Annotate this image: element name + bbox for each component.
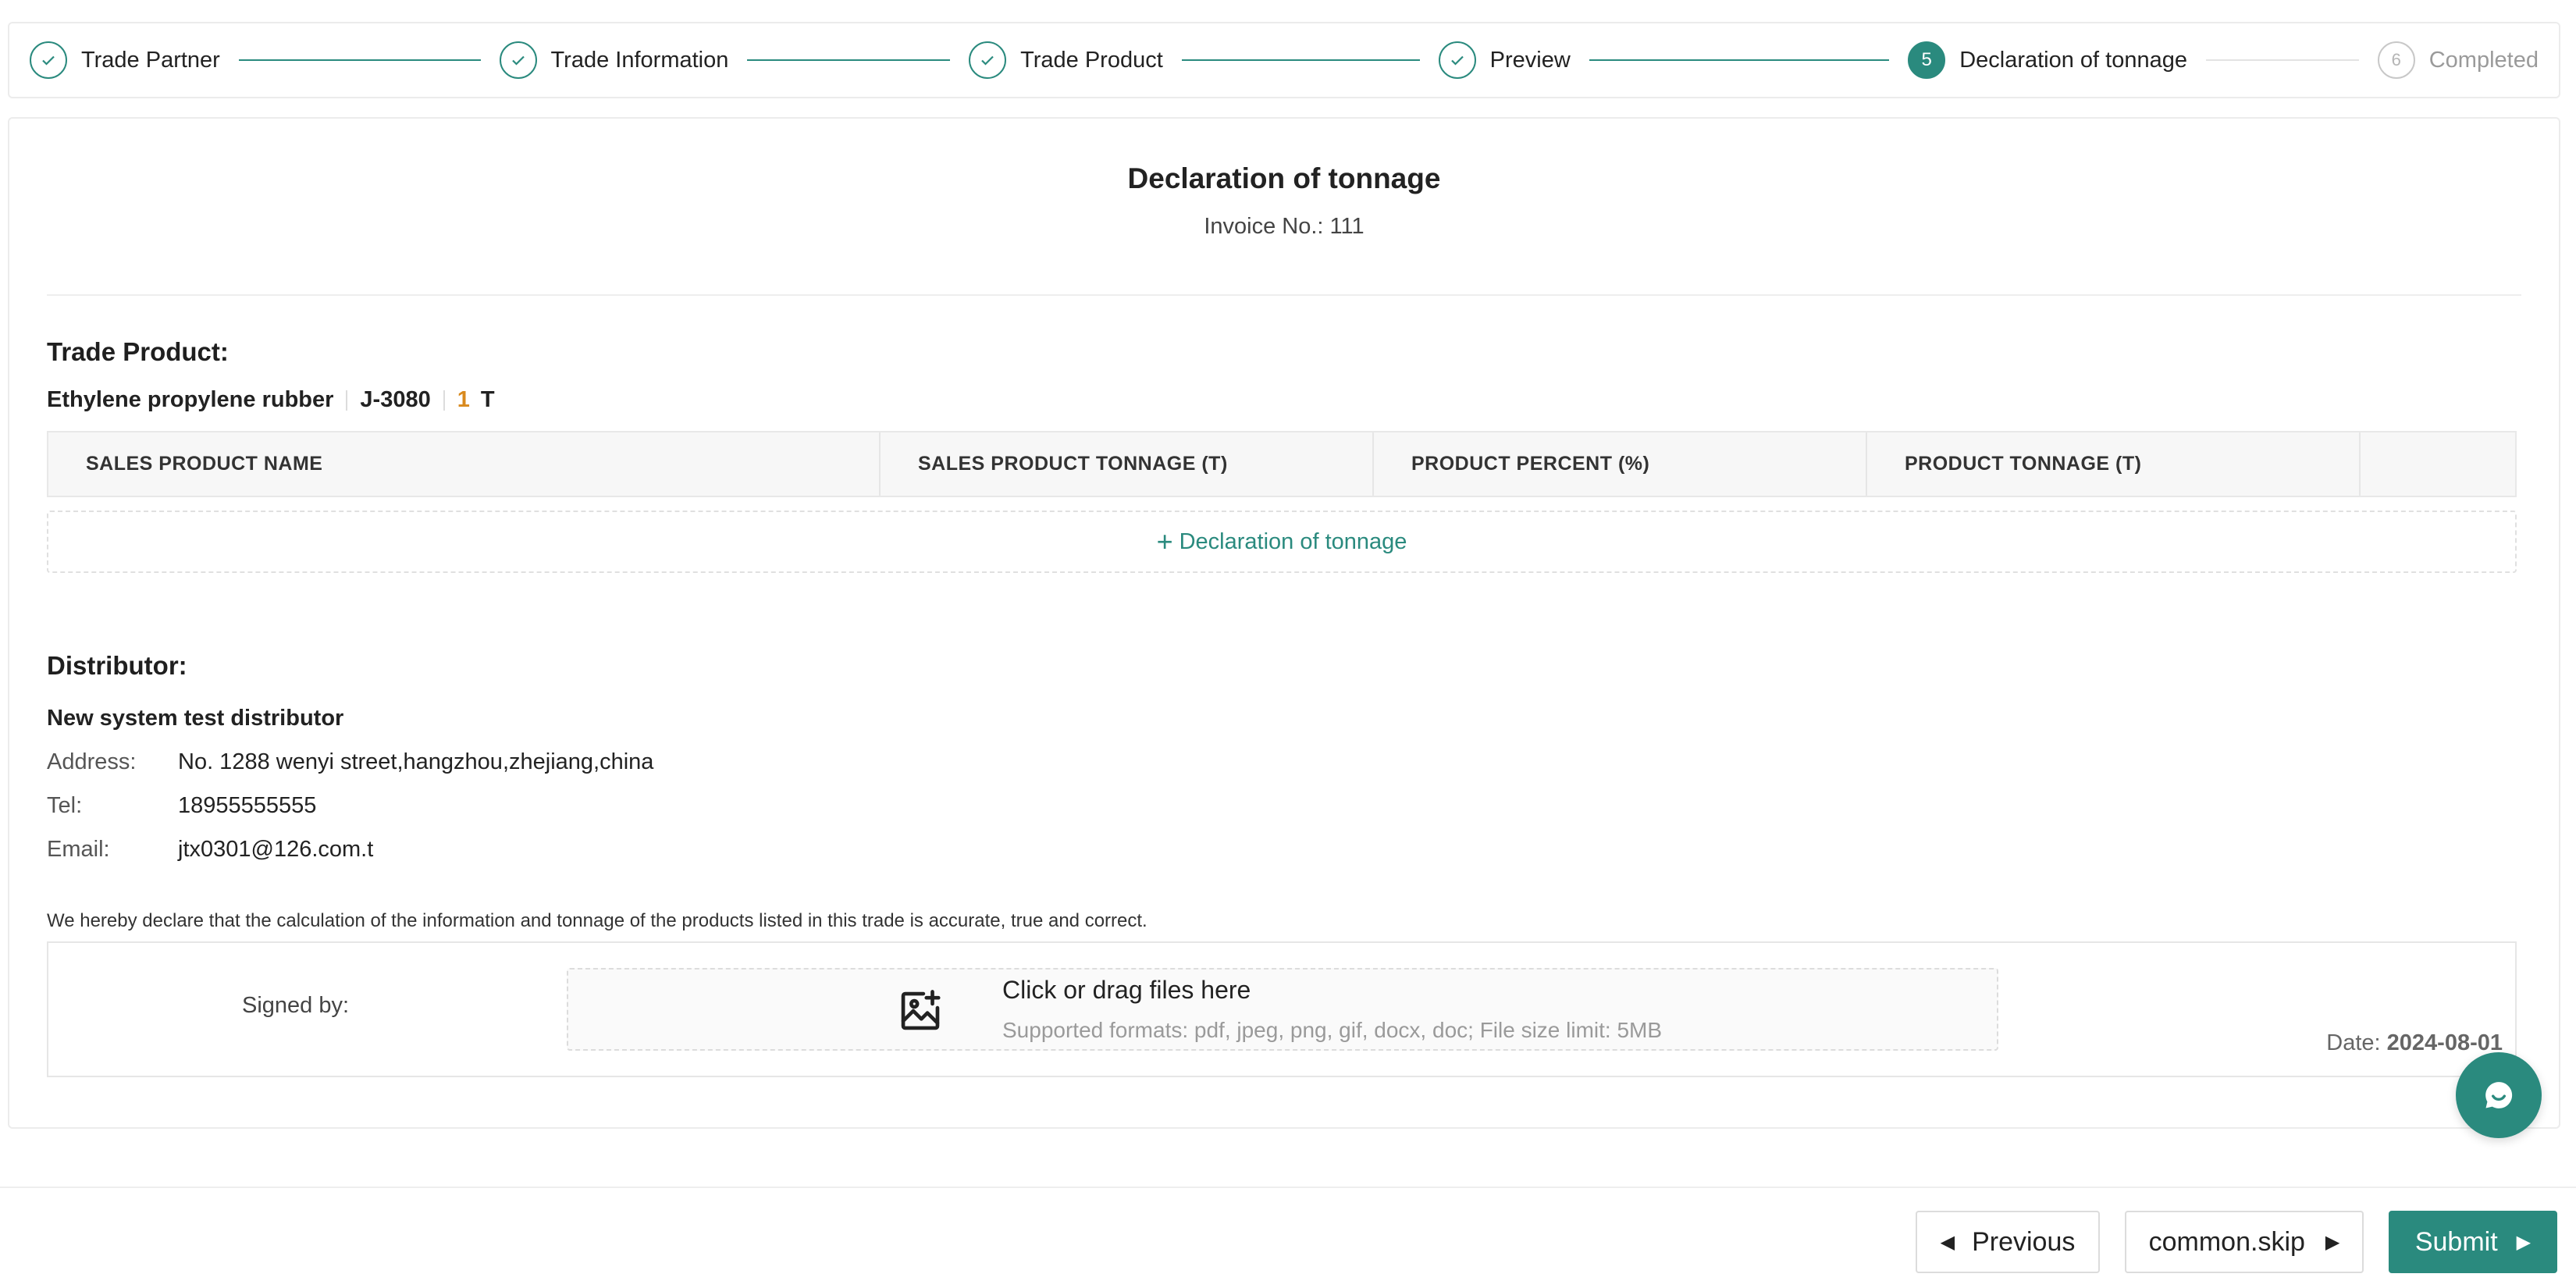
distributor-name: New system test distributor <box>47 706 344 731</box>
distributor-tel: Tel: 18955555555 <box>47 793 316 819</box>
declaration-statement: We hereby declare that the calculation o… <box>47 910 1147 931</box>
skip-label: common.skip <box>2148 1226 2305 1257</box>
product-name: Ethylene propylene rubber <box>47 387 334 412</box>
declaration-card: Declaration of tonnage Invoice No.: 111 … <box>8 117 2560 1129</box>
product-summary: Ethylene propylene rubber J-3080 1 T <box>47 387 495 413</box>
previous-button[interactable]: ◀ Previous <box>1916 1211 2100 1273</box>
step-label: Trade Product <box>1020 47 1163 73</box>
skip-button[interactable]: common.skip ▶ <box>2125 1211 2364 1273</box>
check-icon <box>499 41 537 79</box>
image-upload-icon <box>901 990 941 1030</box>
submit-label: Submit <box>2414 1226 2498 1257</box>
step-number-badge: 6 <box>2377 41 2415 79</box>
step-trade-information[interactable]: Trade Information <box>499 41 970 79</box>
column-header: PRODUCT PERCENT (%) <box>1374 432 1867 496</box>
page-title: Declaration of tonnage <box>1127 162 1441 194</box>
previous-label: Previous <box>1972 1226 2076 1257</box>
upload-hint: Supported formats: pdf, jpeg, png, gif, … <box>1002 1018 1663 1042</box>
step-connector <box>747 59 951 61</box>
caret-left-icon: ◀ <box>1940 1231 1955 1253</box>
step-label: Completed <box>2428 47 2539 73</box>
chat-icon <box>2485 1082 2513 1108</box>
distributor-email: Email: jtx0301@126.com.t <box>47 837 373 863</box>
check-icon <box>30 41 67 79</box>
submit-button[interactable]: Submit ▶ <box>2389 1211 2557 1273</box>
distributor-address: Address: No. 1288 wenyi street,hangzhou,… <box>47 749 653 775</box>
step-trade-partner[interactable]: Trade Partner <box>30 41 500 79</box>
address-label: Address: <box>47 749 137 774</box>
step-label: Trade Partner <box>81 47 220 73</box>
steps-bar: Trade Partner Trade Information Trade Pr… <box>8 22 2560 98</box>
column-header: SALES PRODUCT NAME <box>48 432 881 496</box>
check-icon <box>969 41 1007 79</box>
upload-title: Click or drag files here <box>1002 976 1251 1004</box>
separator <box>346 390 348 411</box>
step-preview[interactable]: Preview <box>1438 41 1909 79</box>
step-label: Preview <box>1489 47 1571 73</box>
step-connector <box>1589 59 1890 61</box>
signed-by-label: Signed by: <box>242 993 350 1018</box>
step-connector <box>2206 59 2359 61</box>
check-icon <box>1438 41 1476 79</box>
chat-button[interactable] <box>2456 1052 2542 1138</box>
date-label: Date: <box>2326 1030 2381 1055</box>
step-label: Trade Information <box>550 47 729 73</box>
invoice-number: Invoice No.: 111 <box>1204 214 1364 239</box>
product-unit: T <box>480 387 495 412</box>
step-connector <box>1181 59 1420 61</box>
column-header: PRODUCT TONNAGE (T) <box>1867 432 2361 496</box>
product-code: J-3080 <box>360 387 431 412</box>
column-header: SALES PRODUCT TONNAGE (T) <box>881 432 1374 496</box>
signature-box: Signed by: Click or drag files here Supp… <box>47 941 2517 1077</box>
plus-icon: + <box>1156 525 1173 557</box>
step-label: Declaration of tonnage <box>1959 47 2187 73</box>
trade-product-heading: Trade Product: <box>47 337 229 366</box>
distributor-heading: Distributor: <box>47 651 187 680</box>
add-declaration-label: Declaration of tonnage <box>1179 528 1407 554</box>
divider <box>47 294 2521 296</box>
step-connector <box>238 59 481 61</box>
add-declaration-button[interactable]: + Declaration of tonnage <box>47 511 2517 573</box>
column-header-actions <box>2361 432 2515 496</box>
step-completed: 6 Completed <box>2377 41 2539 79</box>
tel-value: 18955555555 <box>178 793 317 818</box>
step-declaration-of-tonnage[interactable]: 5 Declaration of tonnage <box>1908 41 2378 79</box>
footer-divider <box>0 1187 2576 1188</box>
declaration-date: Date: 2024-08-01 <box>2326 1030 2503 1056</box>
caret-right-icon: ▶ <box>2516 1231 2532 1253</box>
product-quantity: 1 <box>457 387 470 412</box>
tel-label: Tel: <box>47 793 83 818</box>
tonnage-table-header: SALES PRODUCT NAME SALES PRODUCT TONNAGE… <box>47 431 2517 497</box>
email-label: Email: <box>47 837 110 862</box>
separator <box>443 390 445 411</box>
caret-right-icon: ▶ <box>2325 1231 2340 1253</box>
email-value: jtx0301@126.com.t <box>178 837 374 862</box>
step-trade-product[interactable]: Trade Product <box>969 41 1439 79</box>
date-value: 2024-08-01 <box>2386 1030 2503 1055</box>
step-number-badge: 5 <box>1908 41 1946 79</box>
address-value: No. 1288 wenyi street,hangzhou,zhejiang,… <box>178 749 654 774</box>
signature-upload-dropzone[interactable]: Click or drag files here Supported forma… <box>567 968 1998 1051</box>
